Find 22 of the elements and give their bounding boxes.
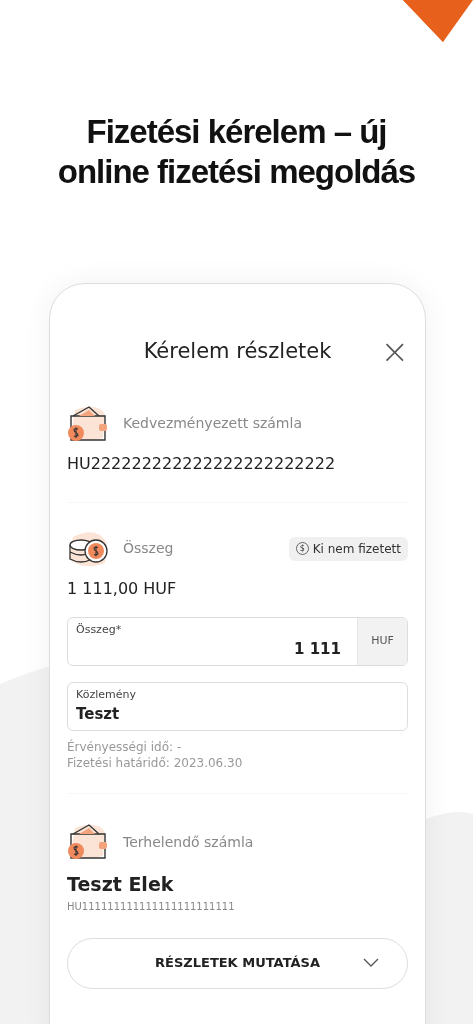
close-button[interactable]: × (376, 334, 413, 369)
info-text: Fizetési határidő: 2023.06.30 (67, 754, 244, 772)
field-value: Teszt (76, 704, 121, 726)
headline: Fizetési kérelem – új online fizetési megoldás (56, 112, 417, 192)
corner-decoration (403, 0, 473, 42)
info-text: Érvényességi idő: - (67, 738, 183, 755)
amount-field[interactable]: Összeg* 1 111 HUF (67, 616, 408, 666)
field-label: Összeg* (76, 621, 123, 638)
currency-label: HUF (357, 617, 407, 665)
field-label: Terhelendő számla (123, 832, 254, 852)
message-field[interactable]: Közlemény Teszt (67, 681, 408, 731)
status-text: Ki nem fizetett (312, 540, 401, 558)
account-number: HU111111111111111111111111 (67, 899, 236, 914)
field-label: Közlemény (76, 686, 136, 703)
amount-value: 1 111,00 HUF (67, 577, 178, 600)
screen-title: Kérelem részletek (142, 338, 333, 366)
field-value: 1 111 (293, 639, 342, 661)
field-label: Kedvezményezett számla (123, 414, 302, 434)
details-button[interactable]: RÉSZLETEK MUTATÁSA (67, 937, 408, 989)
field-label: Összeg (123, 539, 175, 559)
account-holder: Teszt Elek (67, 872, 175, 898)
account-number: HU222222222222222222222222 (67, 452, 337, 475)
